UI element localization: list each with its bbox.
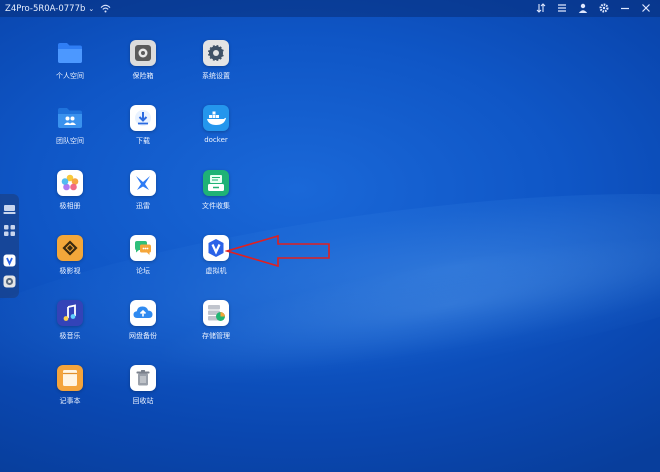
sort-icon[interactable] xyxy=(535,2,547,14)
app-safe[interactable]: 保险箱 xyxy=(113,40,173,81)
app-label: 保险箱 xyxy=(132,72,154,80)
app-cloud-backup[interactable]: 网盘备份 xyxy=(113,300,173,341)
trash-icon xyxy=(130,365,156,391)
cloud-backup-icon xyxy=(130,300,156,326)
app-system-settings[interactable]: 系统设置 xyxy=(186,40,246,81)
app-storage[interactable]: 存储管理 xyxy=(186,300,246,341)
app-docker[interactable]: docker xyxy=(186,105,246,144)
app-notepad[interactable]: 记事本 xyxy=(40,365,100,406)
folder-icon xyxy=(57,40,83,66)
forum-icon xyxy=(130,235,156,261)
minimize-icon[interactable] xyxy=(619,2,631,14)
virtual-machine-icon[interactable] xyxy=(3,254,16,267)
menu-icon[interactable] xyxy=(556,2,568,14)
wifi-icon xyxy=(100,4,111,13)
app-label: docker xyxy=(204,136,228,144)
close-icon[interactable] xyxy=(640,2,652,14)
app-label: 文件收集 xyxy=(202,202,230,210)
music-icon xyxy=(57,300,83,326)
monitor-icon[interactable] xyxy=(3,203,16,216)
download-icon xyxy=(130,105,156,131)
app-trash[interactable]: 回收站 xyxy=(113,365,173,406)
app-video[interactable]: 极影视 xyxy=(40,235,100,276)
app-label: 下载 xyxy=(136,137,150,145)
apps-grid-icon[interactable] xyxy=(3,224,16,237)
user-icon[interactable] xyxy=(577,2,589,14)
top-bar: Z4Pro-5R0A-0777b ⌄ xyxy=(0,0,660,17)
app-label: 回收站 xyxy=(132,397,154,405)
device-name: Z4Pro-5R0A-0777b xyxy=(5,3,86,14)
app-thunder[interactable]: 迅雷 xyxy=(113,170,173,211)
thunder-icon xyxy=(130,170,156,196)
safe-icon xyxy=(130,40,156,66)
storage-icon xyxy=(203,300,229,326)
settings-app-icon[interactable] xyxy=(3,275,16,288)
app-forum[interactable]: 论坛 xyxy=(113,235,173,276)
device-selector[interactable]: Z4Pro-5R0A-0777b ⌄ xyxy=(5,4,94,14)
chevron-down-icon: ⌄ xyxy=(88,4,95,13)
app-label: 迅雷 xyxy=(136,202,150,210)
app-label: 个人空间 xyxy=(56,72,84,80)
app-music[interactable]: 极音乐 xyxy=(40,300,100,341)
app-label: 论坛 xyxy=(136,267,150,275)
file-collect-icon xyxy=(203,170,229,196)
app-label: 记事本 xyxy=(59,397,81,405)
photos-icon xyxy=(57,170,83,196)
app-label: 极音乐 xyxy=(59,332,81,340)
app-label: 极影视 xyxy=(59,267,81,275)
notepad-icon xyxy=(57,365,83,391)
left-dock xyxy=(0,194,19,298)
video-icon xyxy=(57,235,83,261)
app-photos[interactable]: 极相册 xyxy=(40,170,100,211)
app-label: 存储管理 xyxy=(202,332,230,340)
app-label: 极相册 xyxy=(59,202,81,210)
gear-icon[interactable] xyxy=(598,2,610,14)
docker-icon xyxy=(203,105,229,131)
team-folder-icon xyxy=(57,105,83,131)
app-download[interactable]: 下载 xyxy=(113,105,173,146)
app-label: 团队空间 xyxy=(56,137,84,145)
system-settings-icon xyxy=(203,40,229,66)
app-file-collect[interactable]: 文件收集 xyxy=(186,170,246,211)
app-team-space[interactable]: 团队空间 xyxy=(40,105,100,146)
red-arrow-icon xyxy=(225,234,330,268)
app-personal-space[interactable]: 个人空间 xyxy=(40,40,100,81)
app-label: 网盘备份 xyxy=(129,332,157,340)
app-label: 系统设置 xyxy=(202,72,230,80)
